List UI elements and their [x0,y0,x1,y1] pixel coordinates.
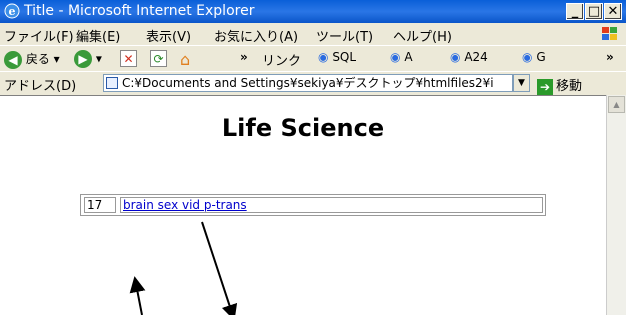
go-button[interactable]: ➔ 移動 [537,75,582,95]
menu-bar: ファイル(F) 編集(E) 表示(V) お気に入り(A) ツール(T) ヘルプ(… [0,23,626,45]
row-link[interactable]: brain sex vid p-trans [120,197,543,213]
menu-favorites[interactable]: お気に入り(A) [214,26,298,45]
address-bar: アドレス(D) C:¥Documents and Settings¥sekiya… [0,71,626,95]
links-more-chevron[interactable]: » [606,50,614,64]
link-a-label: A [404,50,413,64]
page-icon: ◉ [450,50,461,64]
ie-icon: e [4,3,20,19]
scroll-up-button[interactable]: ▲ [608,96,625,113]
link-sql-label: SQL [332,50,357,64]
stop-button[interactable]: ✕ [120,50,137,67]
address-value: C:¥Documents and Settings¥sekiya¥デスクトップ¥… [122,76,494,90]
menu-file[interactable]: ファイル(F) [4,26,74,45]
home-button[interactable]: ⌂ [180,50,190,69]
window-title: Title - Microsoft Internet Explorer [24,3,255,19]
menu-tools[interactable]: ツール(T) [316,26,373,45]
windows-logo-icon [602,27,617,40]
link-a24-label: A24 [464,50,488,64]
minimize-icon: _ [571,4,579,19]
page-icon: ◉ [390,50,401,64]
page-icon: ◉ [318,50,329,64]
svg-text:e: e [9,5,16,18]
link-g[interactable]: ◉ G [522,50,546,64]
minimize-button[interactable]: _ [566,3,584,20]
stop-icon: ✕ [120,50,137,67]
go-label: 移動 [556,79,583,94]
page-heading: Life Science [221,114,385,142]
refresh-button[interactable]: ⟳ [150,50,167,67]
toolbar: ◀ 戻る ▾ ▶ ▾ ✕ ⟳ ⌂ » リンク ◉ SQL ◉ A ◉ A24 ◉… [0,45,626,71]
home-icon: ⌂ [180,50,191,69]
row-number-cell: 17 [84,197,116,213]
link-g-label: G [536,50,546,64]
page-content: Life Science 17 brain sex vid p-trans [0,95,606,315]
refresh-icon: ⟳ [150,50,167,67]
forward-icon: ▶ [74,50,92,68]
links-label: リンク [262,54,302,69]
address-label: アドレス(D) [4,79,77,94]
back-icon: ◀ [4,50,22,69]
page-icon [106,77,118,89]
forward-button[interactable]: ▶ ▾ [74,50,102,68]
toolbar-more-chevron[interactable]: » [240,50,248,64]
vertical-scrollbar[interactable]: ▲ [606,95,626,315]
title-bar: e Title - Microsoft Internet Explorer _ … [0,0,626,23]
close-button[interactable]: ✕ [604,3,622,20]
page-icon: ◉ [522,50,533,64]
address-dropdown[interactable]: ▼ [513,74,530,92]
link-a24[interactable]: ◉ A24 [450,50,488,64]
data-table: 17 brain sex vid p-trans [80,194,546,216]
maximize-icon: □ [587,4,601,19]
menu-view[interactable]: 表示(V) [146,26,191,45]
close-icon: ✕ [607,4,619,19]
maximize-button[interactable]: □ [585,3,603,20]
link-a[interactable]: ◉ A [390,50,413,64]
menu-help[interactable]: ヘルプ(H) [393,26,452,45]
address-input[interactable]: C:¥Documents and Settings¥sekiya¥デスクトップ¥… [103,74,513,92]
link-sql[interactable]: ◉ SQL [318,50,356,64]
go-icon: ➔ [537,78,553,95]
back-button[interactable]: ◀ 戻る ▾ [4,50,60,69]
menu-edit[interactable]: 編集(E) [76,26,120,45]
back-label: 戻る [25,52,50,66]
